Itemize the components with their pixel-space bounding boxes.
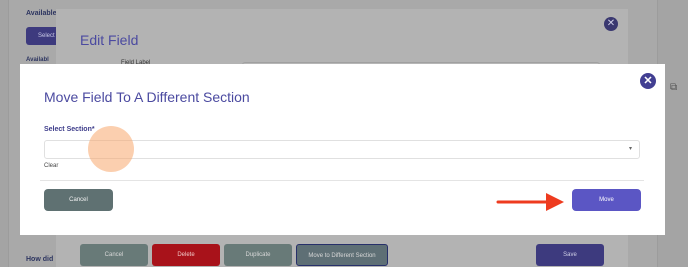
cancel-button[interactable]: Cancel [44,189,113,211]
select-section-label: Select Section* [44,126,95,133]
chevron-down-icon[interactable]: ▾ [629,145,632,152]
move-button[interactable]: Move [572,189,641,211]
annotation-arrow-icon [496,193,564,211]
copy-icon[interactable]: ⧉ [670,82,680,94]
edit-field-footer: Cancel Delete Duplicate Move to Differen… [56,237,628,267]
edit-field-title: Edit Field [80,32,139,48]
save-button[interactable]: Save [536,244,604,266]
divider [40,180,644,181]
available-label: Available [26,10,57,17]
move-field-title: Move Field To A Different Section [44,89,250,105]
edit-field-close-icon[interactable]: ✕ [604,17,618,31]
duplicate-button[interactable]: Duplicate [224,244,292,266]
clear-link[interactable]: Clear [44,163,58,169]
delete-button[interactable]: Delete [152,244,220,266]
background-select-button[interactable]: Select [26,27,60,45]
close-icon[interactable]: ✕ [640,73,656,89]
how-did-label: How did [26,256,54,263]
click-highlight [88,126,134,172]
move-to-different-section-button[interactable]: Move to Different Section [296,244,388,266]
edit-cancel-button[interactable]: Cancel [80,244,148,266]
available-secondary-label: Availabl [26,57,49,63]
